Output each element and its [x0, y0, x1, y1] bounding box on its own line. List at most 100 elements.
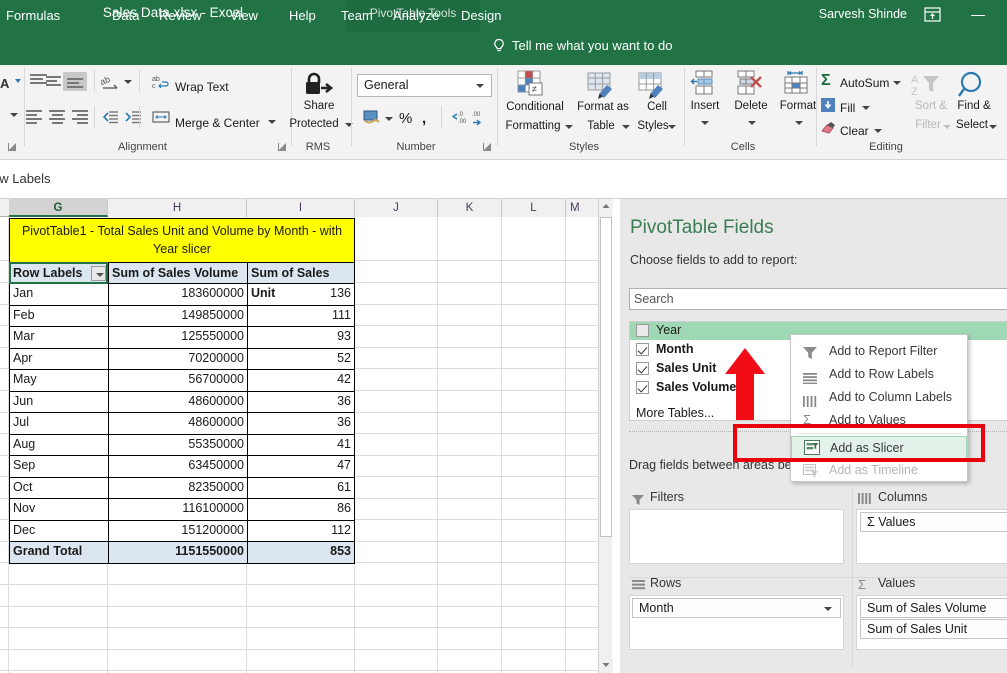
pivot-cell-label[interactable]: Feb — [9, 305, 108, 327]
insert-label[interactable]: Insert — [684, 100, 726, 112]
pivot-cell-volume[interactable]: 125550000 — [108, 327, 247, 349]
pivot-cell-volume[interactable]: 70200000 — [108, 348, 247, 370]
account-name[interactable]: Sarvesh Shinde — [819, 7, 907, 21]
scroll-up-arrow[interactable] — [599, 199, 613, 214]
table-row[interactable]: Sep 63450000 47 — [9, 456, 355, 478]
table-row[interactable]: Aug 55350000 41 — [9, 434, 355, 456]
column-header-h[interactable]: H — [108, 199, 247, 217]
pivot-cell-volume[interactable]: 151200000 — [108, 520, 247, 542]
align-top-icon[interactable] — [30, 74, 47, 88]
rows-field-month[interactable]: Month — [632, 598, 841, 618]
row-labels-filter-button[interactable] — [91, 266, 106, 281]
rows-field-month-caret-icon[interactable] — [824, 607, 832, 611]
share-protected-label-1[interactable]: Share — [288, 100, 350, 112]
autosum-label[interactable]: AutoSum — [840, 76, 889, 90]
font-color-icon[interactable]: A — [0, 76, 9, 91]
delete-cells-icon[interactable] — [736, 70, 764, 101]
values-field-sales-volume[interactable]: Sum of Sales Volume — [860, 598, 1007, 618]
merge-center-icon[interactable] — [152, 110, 170, 129]
pivot-cell-label[interactable]: Mar — [9, 327, 108, 349]
field-checkbox-sales-unit[interactable] — [636, 362, 649, 375]
insert-caret-icon[interactable] — [701, 121, 709, 125]
pivot-cell-volume[interactable]: 149850000 — [108, 305, 247, 327]
clear-caret-icon[interactable] — [874, 129, 882, 133]
table-row[interactable]: Apr 70200000 52 — [9, 348, 355, 370]
pivot-cell-label[interactable]: Sep — [9, 456, 108, 478]
align-middle-icon[interactable] — [46, 76, 63, 90]
insert-cells-icon[interactable] — [689, 70, 717, 101]
conditional-formatting-label-2[interactable]: Formatting — [496, 120, 570, 132]
tab-analyze[interactable]: Analyze — [389, 6, 443, 25]
pivot-grand-total-row[interactable]: Grand Total 1151550000 853 — [9, 542, 355, 564]
table-row[interactable]: Oct 82350000 61 — [9, 477, 355, 499]
text-orientation-caret-icon[interactable] — [124, 80, 132, 84]
share-protected-label-2[interactable]: Protected — [283, 118, 345, 130]
pivot-cell-unit[interactable]: 47 — [247, 456, 355, 478]
pivot-cell-label[interactable]: Jun — [9, 391, 108, 413]
menu-item-add-to-report-filter[interactable]: Add to Report Filter — [791, 340, 969, 363]
filters-drop-area[interactable] — [629, 509, 844, 564]
table-row[interactable]: Feb 149850000 111 — [9, 305, 355, 327]
field-checkbox-sales-volume[interactable] — [636, 381, 649, 394]
cell-styles-caret-icon[interactable] — [668, 125, 676, 129]
pivot-cell-volume[interactable]: 82350000 — [108, 477, 247, 499]
pivot-cell-volume[interactable]: 48600000 — [108, 391, 247, 413]
table-row[interactable]: May 56700000 42 — [9, 370, 355, 392]
pivot-cell-label[interactable]: Aug — [9, 434, 108, 456]
tab-view[interactable]: View — [226, 6, 262, 25]
pivot-cell-volume[interactable]: 1151550000 — [108, 542, 247, 564]
delete-label[interactable]: Delete — [729, 100, 773, 112]
pivot-cell-volume[interactable]: 48600000 — [108, 413, 247, 435]
pivot-cell-volume[interactable]: 55350000 — [108, 434, 247, 456]
pivot-cell-unit[interactable]: 93 — [247, 327, 355, 349]
ribbon-display-options-icon[interactable] — [924, 7, 941, 22]
values-field-sales-unit[interactable]: Sum of Sales Unit — [860, 619, 1007, 639]
pivot-cell-volume[interactable]: 56700000 — [108, 370, 247, 392]
font-color-caret-icon[interactable] — [15, 79, 21, 83]
tab-review[interactable]: Review — [155, 6, 206, 25]
clear-label[interactable]: Clear — [840, 124, 869, 138]
scrollbar-thumb[interactable] — [600, 217, 612, 537]
accounting-format-icon[interactable] — [363, 110, 381, 131]
wrap-text-icon[interactable]: ab c — [152, 74, 169, 95]
pivot-cell-label[interactable]: Oct — [9, 477, 108, 499]
pivot-cell-volume[interactable]: 183600000 — [108, 284, 247, 306]
wrap-text-label[interactable]: Wrap Text — [175, 80, 229, 94]
pivot-header-row-labels[interactable]: Row Labels — [9, 262, 108, 284]
align-left-icon[interactable] — [26, 110, 43, 124]
tell-me-search[interactable]: Tell me what you want to do — [512, 38, 672, 53]
clear-icon[interactable] — [820, 121, 836, 139]
pivot-cell-unit[interactable]: 86 — [247, 499, 355, 521]
tab-formulas[interactable]: Formulas — [2, 6, 64, 25]
find-select-label-1[interactable]: Find & — [950, 100, 998, 112]
tab-design[interactable]: Design — [457, 6, 505, 25]
pivot-cell-label[interactable]: Jul — [9, 413, 108, 435]
decrease-decimal-icon[interactable]: .00 — [472, 110, 492, 131]
scroll-down-arrow[interactable] — [599, 658, 613, 673]
format-cells-icon[interactable] — [783, 70, 811, 101]
pivot-cell-unit[interactable]: 52 — [247, 348, 355, 370]
pivot-cell-label[interactable]: May — [9, 370, 108, 392]
tab-data[interactable]: Data — [108, 6, 143, 25]
pivot-cell-label[interactable]: Nov — [9, 499, 108, 521]
menu-item-add-to-row-labels[interactable]: Add to Row Labels — [791, 363, 969, 386]
pivot-cell-unit[interactable]: 36 — [247, 391, 355, 413]
conditional-formatting-label-1[interactable]: Conditional — [498, 101, 572, 113]
menu-item-add-to-column-labels[interactable]: Add to Column Labels — [791, 386, 969, 409]
pivot-cell-unit[interactable]: 61 — [247, 477, 355, 499]
text-orientation-icon[interactable]: ab — [98, 74, 121, 96]
increase-decimal-icon[interactable]: .0.00 — [450, 110, 470, 131]
formula-bar-value[interactable]: ow Labels — [0, 171, 51, 186]
delete-caret-icon[interactable] — [748, 121, 756, 125]
worksheet-grid[interactable]: G H I J K L M PivotTable1 - Total Sales … — [0, 199, 620, 673]
column-header-i[interactable]: I — [247, 199, 355, 217]
alignment-dialog-launcher[interactable] — [278, 142, 287, 151]
conditional-formatting-icon[interactable]: ≠ — [517, 70, 551, 105]
pivot-cell-unit[interactable]: 112 — [247, 520, 355, 542]
autosum-icon[interactable]: Σ — [821, 72, 831, 90]
pivot-cell-unit[interactable]: 41 — [247, 434, 355, 456]
field-checkbox-year[interactable] — [636, 324, 649, 337]
pivot-cell-volume[interactable]: 63450000 — [108, 456, 247, 478]
format-as-table-label-1[interactable]: Format as — [574, 101, 632, 113]
tab-help[interactable]: Help — [285, 6, 320, 25]
